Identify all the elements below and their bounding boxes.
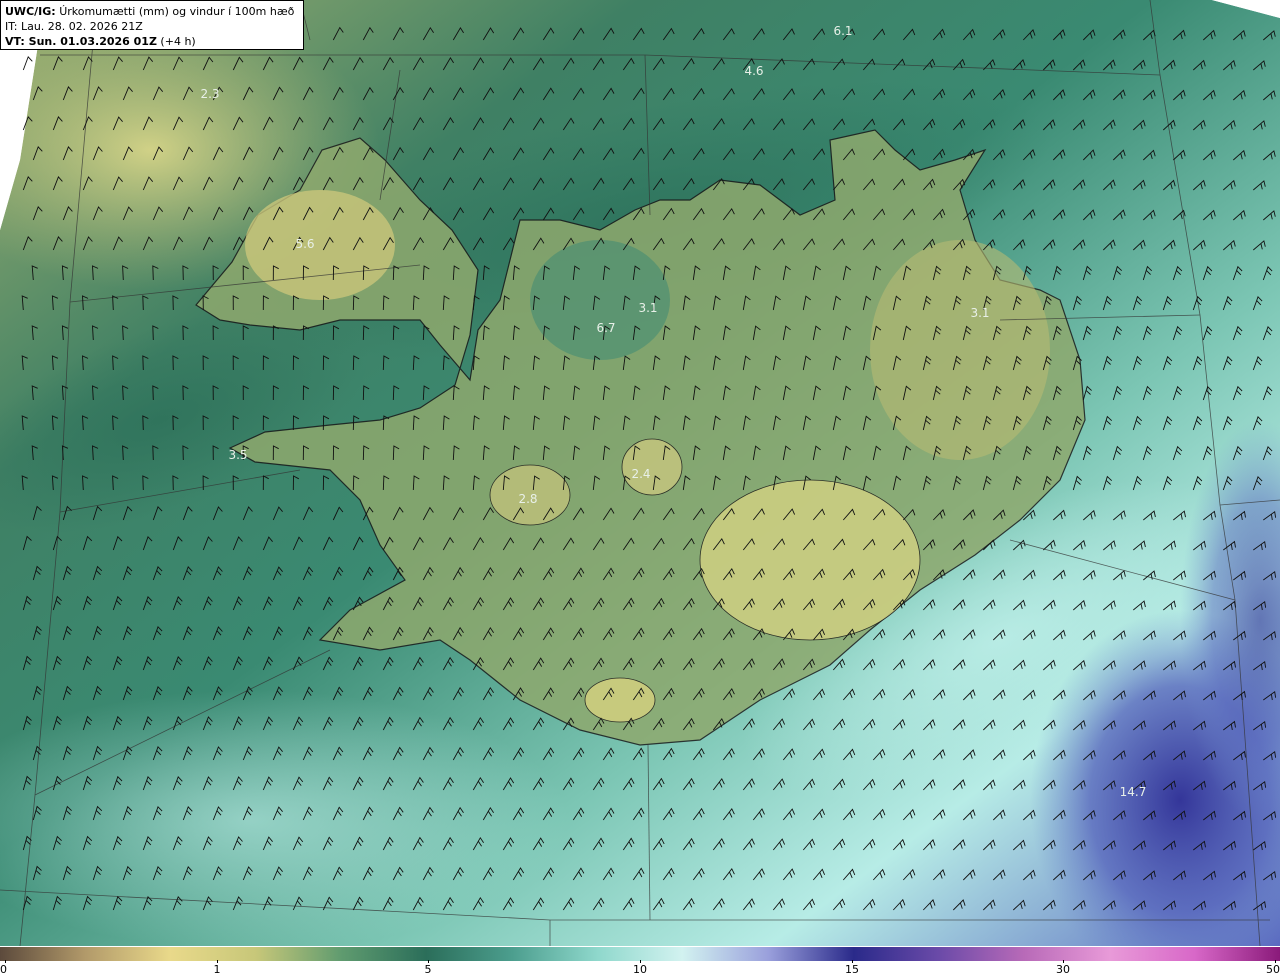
- colorbar-tick-label: 5: [424, 963, 432, 976]
- colorbar-tick-label: 30: [1056, 963, 1070, 976]
- valid-time: VT: Sun. 01.03.2026 01Z: [5, 35, 157, 48]
- max-value-label: 2.3: [200, 87, 219, 101]
- max-value-label: 14.7: [1120, 785, 1147, 799]
- max-value-label: 6.7: [596, 321, 615, 335]
- highland-vatnajokull: [699, 479, 921, 641]
- highland-north-trough: [530, 240, 670, 360]
- product-code: UWC/IG:: [5, 5, 56, 18]
- initial-time: IT: Lau. 28. 02. 2026 21Z: [5, 20, 143, 33]
- colorbar-tick-label: 10: [633, 963, 647, 976]
- map-title: Úrkomumætti (mm) og vindur í 100m hæð: [59, 5, 295, 18]
- highland-westfjords: [245, 190, 395, 300]
- colorbar-tick-label: 50: [1266, 963, 1280, 976]
- max-value-label: 3.5: [228, 448, 247, 462]
- max-value-label: 2.8: [518, 492, 537, 506]
- forecast-offset: (+4 h): [156, 35, 196, 48]
- colorbar-tick-label: 0: [0, 963, 7, 976]
- max-value-label: 4.6: [744, 64, 763, 78]
- title-row: UWC/IG: Úrkomumætti (mm) og vindur í 100…: [5, 4, 299, 19]
- info-box: UWC/IG: Úrkomumætti (mm) og vindur í 100…: [0, 0, 304, 50]
- max-value-label: 2.4: [631, 467, 650, 481]
- colorbar-tick-label: 1: [213, 963, 221, 976]
- max-value-label: 3.1: [970, 306, 989, 320]
- colorbar-legend: 0 1 5 10 15 30 50: [0, 946, 1280, 978]
- highland-myrdalsjokull: [584, 677, 656, 723]
- max-value-label: 3.1: [638, 301, 657, 315]
- precipitation-map: 6.1 4.6 2.3 5.6 3.1 6.7 3.1 3.5 2.4 2.8 14.7: [0, 0, 1280, 946]
- colorbar: [0, 947, 1280, 961]
- highland-east: [870, 240, 1050, 460]
- valid-time-row: VT: Sun. 01.03.2026 01Z (+4 h): [5, 34, 299, 49]
- max-value-label: 5.6: [295, 237, 314, 251]
- colorbar-tick-label: 15: [845, 963, 859, 976]
- max-value-label: 6.1: [833, 24, 852, 38]
